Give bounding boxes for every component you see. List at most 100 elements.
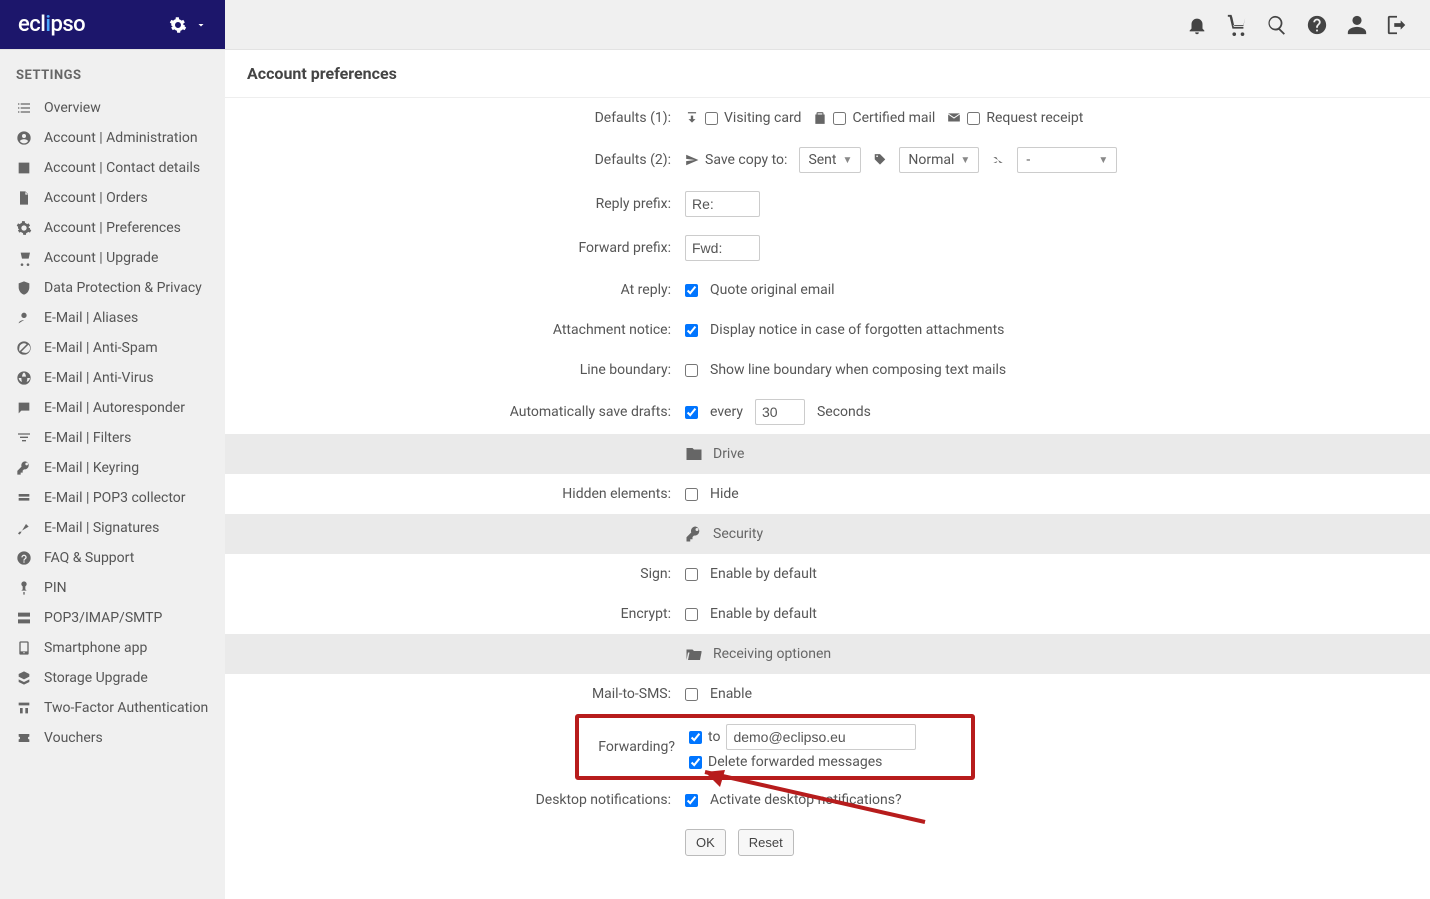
- visiting-card-checkbox[interactable]: [705, 112, 718, 125]
- sidebar-item-8[interactable]: E-Mail | Anti-Spam: [0, 333, 225, 363]
- sidebar-item-16[interactable]: PIN: [0, 573, 225, 603]
- forward-prefix-input[interactable]: [685, 235, 760, 261]
- sidebar-item-12[interactable]: E-Mail | Keyring: [0, 453, 225, 483]
- sidebar-item-label: Data Protection & Privacy: [44, 280, 202, 296]
- sidebar-item-label: FAQ & Support: [44, 550, 134, 566]
- logout-icon[interactable]: [1386, 14, 1408, 36]
- defaults1-label: Defaults (1):: [225, 110, 685, 126]
- list-icon: [16, 100, 32, 116]
- alias-icon: [16, 310, 32, 326]
- sidebar-item-label: E-Mail | Anti-Spam: [44, 340, 158, 356]
- user-icon[interactable]: [1346, 14, 1368, 36]
- hidden-elements-label: Hidden elements:: [225, 486, 685, 502]
- sidebar-item-label: E-Mail | Signatures: [44, 520, 159, 536]
- sent-folder-select[interactable]: Sent▼: [799, 147, 861, 173]
- desktop-notif-checkbox[interactable]: [685, 794, 698, 807]
- sidebar-item-13[interactable]: E-Mail | POP3 collector: [0, 483, 225, 513]
- topbar: eclipso: [0, 0, 1430, 50]
- sidebar: SETTINGS OverviewAccount | Administratio…: [0, 50, 225, 899]
- mail-to-sms-label: Mail-to-SMS:: [225, 686, 685, 702]
- mail-to-sms-checkbox[interactable]: [685, 688, 698, 701]
- globe-shield-icon: [16, 370, 32, 386]
- autosave-checkbox[interactable]: [685, 406, 698, 419]
- ok-button[interactable]: OK: [685, 829, 726, 856]
- quote-original-checkbox[interactable]: [685, 284, 698, 297]
- sidebar-item-20[interactable]: Two-Factor Authentication: [0, 693, 225, 723]
- storage-icon: [16, 670, 32, 686]
- content: Account preferences Defaults (1): Visiti…: [225, 50, 1430, 899]
- forwarding-highlight: Forwarding? to Delete forwarded messages: [575, 714, 975, 780]
- drive-section-title: Drive: [713, 446, 744, 462]
- sidebar-item-label: Smartphone app: [44, 640, 147, 656]
- cart-icon[interactable]: [1226, 14, 1248, 36]
- desktop-notif-label: Desktop notifications:: [225, 792, 685, 808]
- brand-gear-menu[interactable]: [169, 16, 207, 34]
- extra-select[interactable]: -▼: [1017, 147, 1117, 173]
- sidebar-item-15[interactable]: FAQ & Support: [0, 543, 225, 573]
- forwarding-email-input[interactable]: [726, 724, 916, 750]
- sidebar-item-14[interactable]: E-Mail | Signatures: [0, 513, 225, 543]
- reset-button[interactable]: Reset: [738, 829, 794, 856]
- autosave-interval-input[interactable]: [755, 399, 805, 425]
- sidebar-item-6[interactable]: Data Protection & Privacy: [0, 273, 225, 303]
- sidebar-title: SETTINGS: [0, 60, 225, 93]
- sidebar-item-3[interactable]: Account | Orders: [0, 183, 225, 213]
- receiving-section-title: Receiving optionen: [713, 646, 831, 662]
- pin-icon: [16, 580, 32, 596]
- sidebar-item-17[interactable]: POP3/IMAP/SMTP: [0, 603, 225, 633]
- sidebar-item-2[interactable]: Account | Contact details: [0, 153, 225, 183]
- voucher-icon: [16, 730, 32, 746]
- sidebar-item-label: Account | Contact details: [44, 160, 200, 176]
- request-receipt-checkbox[interactable]: [967, 112, 980, 125]
- search-icon[interactable]: [1266, 14, 1288, 36]
- receipt-icon: [947, 111, 961, 125]
- sidebar-item-label: Account | Preferences: [44, 220, 181, 236]
- clipboard-icon: [813, 111, 827, 125]
- priority-select[interactable]: Normal▼: [899, 147, 979, 173]
- sidebar-item-11[interactable]: E-Mail | Filters: [0, 423, 225, 453]
- sidebar-item-label: Vouchers: [44, 730, 103, 746]
- sidebar-item-label: E-Mail | Anti-Virus: [44, 370, 154, 386]
- user-circle-icon: [16, 130, 32, 146]
- reply-prefix-input[interactable]: [685, 191, 760, 217]
- sidebar-item-10[interactable]: E-Mail | Autoresponder: [0, 393, 225, 423]
- encrypt-label: Encrypt:: [225, 606, 685, 622]
- reply-prefix-label: Reply prefix:: [225, 196, 685, 212]
- attachment-notice-label: Attachment notice:: [225, 322, 685, 338]
- autosave-label: Automatically save drafts:: [225, 404, 685, 420]
- sidebar-item-label: E-Mail | Aliases: [44, 310, 138, 326]
- sidebar-item-7[interactable]: E-Mail | Aliases: [0, 303, 225, 333]
- filter-icon: [16, 430, 32, 446]
- sidebar-item-0[interactable]: Overview: [0, 93, 225, 123]
- certified-mail-checkbox[interactable]: [833, 112, 846, 125]
- defaults2-label: Defaults (2):: [225, 152, 685, 168]
- sidebar-item-1[interactable]: Account | Administration: [0, 123, 225, 153]
- chat-icon: [16, 400, 32, 416]
- phone-icon: [16, 640, 32, 656]
- sidebar-item-5[interactable]: Account | Upgrade: [0, 243, 225, 273]
- brand-logo[interactable]: eclipso: [0, 0, 225, 49]
- forwarding-label: Forwarding?: [579, 739, 689, 755]
- delete-forwarded-checkbox[interactable]: [689, 756, 702, 769]
- attachment-notice-checkbox[interactable]: [685, 324, 698, 337]
- help-icon: [16, 550, 32, 566]
- sign-checkbox[interactable]: [685, 568, 698, 581]
- security-section-title: Security: [713, 526, 763, 542]
- save-copy-label: Save copy to:: [705, 152, 787, 168]
- sidebar-item-18[interactable]: Smartphone app: [0, 633, 225, 663]
- sidebar-item-19[interactable]: Storage Upgrade: [0, 663, 225, 693]
- topbar-actions: [1186, 0, 1430, 49]
- help-icon[interactable]: [1306, 14, 1328, 36]
- sidebar-item-label: POP3/IMAP/SMTP: [44, 610, 162, 626]
- forwarding-to-checkbox[interactable]: [689, 731, 702, 744]
- key-icon: [685, 525, 703, 543]
- gear-icon: [169, 16, 187, 34]
- bell-icon[interactable]: [1186, 14, 1208, 36]
- sidebar-item-4[interactable]: Account | Preferences: [0, 213, 225, 243]
- sidebar-item-21[interactable]: Vouchers: [0, 723, 225, 753]
- at-reply-label: At reply:: [225, 282, 685, 298]
- hide-checkbox[interactable]: [685, 488, 698, 501]
- encrypt-checkbox[interactable]: [685, 608, 698, 621]
- line-boundary-checkbox[interactable]: [685, 364, 698, 377]
- sidebar-item-9[interactable]: E-Mail | Anti-Virus: [0, 363, 225, 393]
